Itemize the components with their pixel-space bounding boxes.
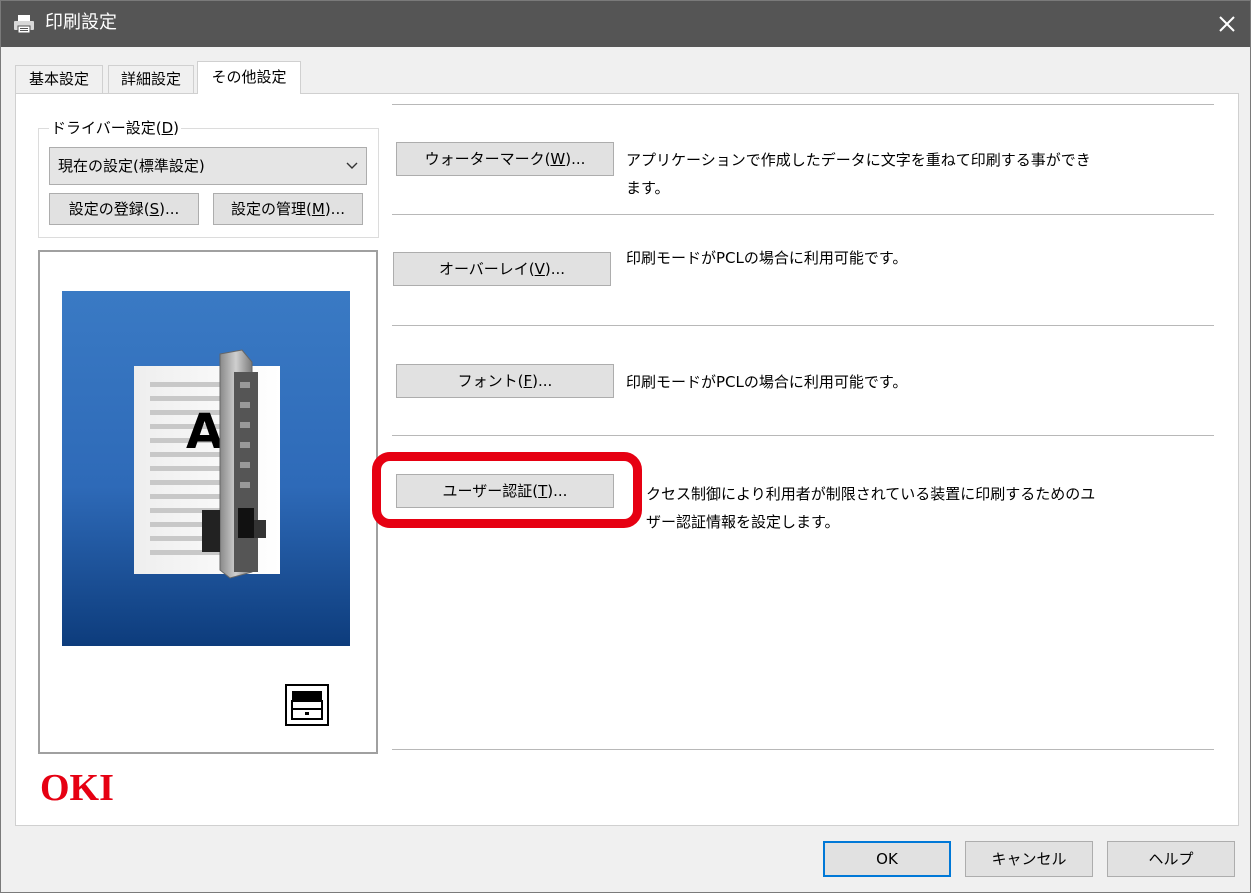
printer-status-icon <box>285 684 329 730</box>
description-line: 印刷モードがPCLの場合に利用可能です。 <box>626 249 908 267</box>
highlight-frame <box>372 452 642 528</box>
title-bar[interactable]: 印刷設定 <box>1 1 1250 47</box>
help-button[interactable]: ヘルプ <box>1107 841 1235 877</box>
register-settings-button[interactable]: 設定の登録(S)... <box>49 193 199 225</box>
description-line: ます。 <box>626 179 670 197</box>
oki-logo: OKI <box>40 767 156 809</box>
manage-settings-button[interactable]: 設定の管理(M)... <box>213 193 363 225</box>
ok-button[interactable]: OK <box>823 841 951 877</box>
print-settings-window: 印刷設定 基本設定 詳細設定 その他設定 ドライバー設定(D) 現在の設定(標準… <box>0 0 1251 893</box>
svg-text:A: A <box>186 404 223 460</box>
printer-icon <box>13 13 35 35</box>
cancel-button[interactable]: キャンセル <box>965 841 1093 877</box>
font-button[interactable]: フォント(F)... <box>396 364 614 398</box>
description-line: アプリケーションで作成したデータに文字を重ねて印刷する事ができ <box>626 151 1091 169</box>
divider <box>392 104 1214 105</box>
watermark-button[interactable]: ウォーターマーク(W)... <box>396 142 614 176</box>
description-line: 印刷モードがPCLの場合に利用可能です。 <box>626 373 908 391</box>
description-line: クセス制御により利用者が制限されている装置に印刷するためのユ <box>646 485 1096 503</box>
driver-settings-dropdown[interactable]: 現在の設定(標準設定) <box>49 147 367 185</box>
tab-other[interactable]: その他設定 <box>197 61 301 94</box>
watermark-description: アプリケーションで作成したデータに文字を重ねて印刷する事ができ ます。 <box>626 146 1091 202</box>
divider <box>392 325 1214 326</box>
preview-illustration: A <box>62 291 350 646</box>
driver-settings-value: 現在の設定(標準設定) <box>58 157 205 175</box>
tab-panel: ドライバー設定(D) 現在の設定(標準設定) 設定の登録(S)... 設定の管理… <box>15 93 1239 826</box>
driver-settings-label: ドライバー設定(D) <box>49 118 181 138</box>
divider <box>392 214 1214 215</box>
divider <box>392 435 1214 436</box>
tab-advanced[interactable]: 詳細設定 <box>108 65 194 93</box>
driver-settings-group: ドライバー設定(D) 現在の設定(標準設定) 設定の登録(S)... 設定の管理… <box>38 118 379 238</box>
overlay-description: 印刷モードがPCLの場合に利用可能です。 <box>626 244 907 272</box>
window-title: 印刷設定 <box>45 12 117 33</box>
preview-pane: A <box>38 250 378 754</box>
font-description: 印刷モードがPCLの場合に利用可能です。 <box>626 368 907 396</box>
overlay-button[interactable]: オーバーレイ(V)... <box>393 252 611 286</box>
chevron-down-icon <box>346 148 358 197</box>
description-line: ザー認証情報を設定します。 <box>646 513 840 531</box>
logo-text: OKI <box>40 770 114 804</box>
divider <box>392 749 1214 750</box>
user-auth-description: クセス制御により利用者が制限されている装置に印刷するためのユ ザー認証情報を設定… <box>646 480 1095 536</box>
close-icon[interactable] <box>1204 1 1250 47</box>
tab-basic[interactable]: 基本設定 <box>15 65 103 93</box>
